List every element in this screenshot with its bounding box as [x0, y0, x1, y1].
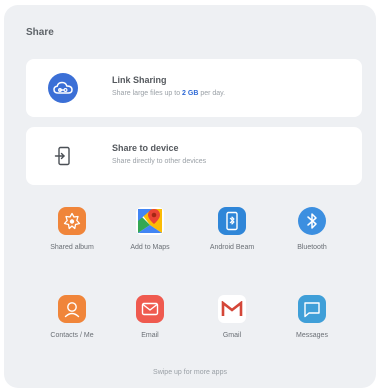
- share-title: Share: [26, 27, 54, 38]
- app-label: Contacts / Me: [50, 332, 94, 339]
- bluetooth-icon: [298, 207, 326, 235]
- app-add-to-maps[interactable]: Add to Maps: [110, 207, 190, 271]
- android-beam-icon: [218, 207, 246, 235]
- app-email[interactable]: Email: [110, 295, 190, 359]
- share-to-device-icon: [48, 141, 78, 171]
- app-android-beam[interactable]: Android Beam: [192, 207, 272, 271]
- share-to-device-subtitle: Share directly to other devices: [112, 158, 207, 165]
- app-contacts[interactable]: Contacts / Me: [32, 295, 112, 359]
- share-to-device-title: Share to device: [112, 143, 179, 153]
- app-shared-album[interactable]: Shared album: [32, 207, 112, 271]
- app-bluetooth[interactable]: Bluetooth: [272, 207, 352, 271]
- app-gmail[interactable]: Gmail: [192, 295, 272, 359]
- app-label: Email: [141, 332, 159, 339]
- app-label: Shared album: [50, 244, 94, 251]
- app-label: Bluetooth: [297, 244, 327, 251]
- maps-icon: [136, 207, 164, 235]
- link-sharing-subtitle: Share large files up to 2 GB per day.: [112, 90, 226, 97]
- app-grid: Shared album Add to Maps Android Beam Bl…: [4, 199, 376, 359]
- email-icon: [136, 295, 164, 323]
- app-label: Add to Maps: [130, 244, 170, 251]
- swipe-hint: Swipe up for more apps: [153, 369, 227, 376]
- share-to-device-card[interactable]: Share to device Share directly to other …: [26, 127, 362, 185]
- contacts-icon: [58, 295, 86, 323]
- messages-icon: [298, 295, 326, 323]
- link-sharing-title: Link Sharing: [112, 75, 167, 85]
- app-messages[interactable]: Messages: [272, 295, 352, 359]
- app-label: Messages: [296, 332, 328, 339]
- share-sheet: Share Link Sharing Share large files up …: [4, 5, 376, 388]
- link-sharing-card[interactable]: Link Sharing Share large files up to 2 G…: [26, 59, 362, 117]
- app-label: Gmail: [222, 332, 242, 339]
- gmail-icon: [218, 295, 246, 323]
- app-label: Android Beam: [209, 244, 255, 251]
- shared-album-icon: [58, 207, 86, 235]
- cloud-link-icon: [48, 73, 78, 103]
